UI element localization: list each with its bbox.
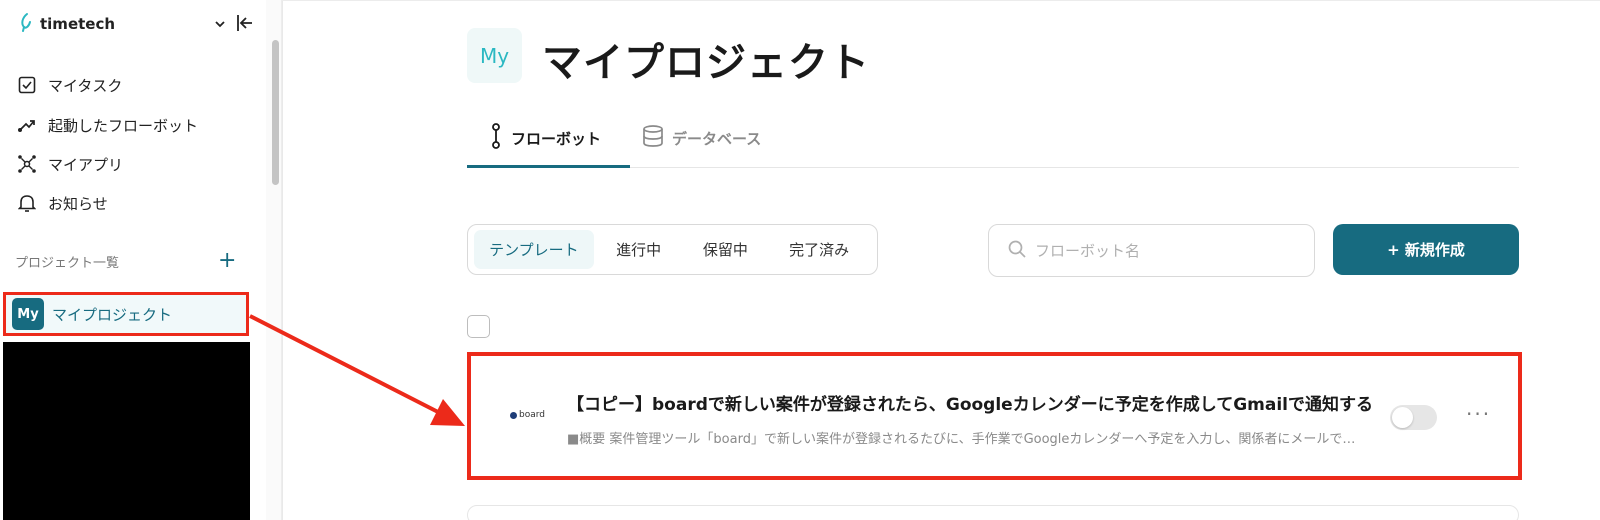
projects-heading: プロジェクト一覧 bbox=[15, 256, 120, 271]
top-divider bbox=[282, 0, 1600, 1]
nav-launched-flowbots[interactable]: 起動したフローボット bbox=[16, 113, 198, 137]
tab-label: データベース bbox=[672, 129, 762, 148]
nav-label: マイタスク bbox=[48, 76, 123, 95]
project-title-badge: My bbox=[467, 28, 522, 83]
chevron-down-icon[interactable] bbox=[214, 15, 226, 34]
brand-logo-icon bbox=[18, 12, 34, 36]
flowbot-search-input[interactable]: フローボット名 bbox=[988, 224, 1315, 277]
nav-my-tasks[interactable]: マイタスク bbox=[16, 73, 122, 97]
next-flowbot-card[interactable] bbox=[467, 505, 1519, 520]
brand[interactable]: timetech bbox=[18, 12, 115, 36]
sidebar-scroll-thumb[interactable] bbox=[272, 40, 279, 185]
nav-notifications[interactable]: お知らせ bbox=[16, 191, 108, 215]
add-project-button[interactable]: + bbox=[218, 250, 236, 272]
flow-trend-icon bbox=[16, 114, 38, 136]
nav-my-apps[interactable]: マイアプリ bbox=[16, 152, 123, 176]
active-tab-indicator bbox=[467, 165, 630, 168]
redacted-area bbox=[3, 342, 250, 520]
nav-label: お知らせ bbox=[48, 194, 108, 213]
nav-label: 起動したフローボット bbox=[48, 116, 199, 135]
create-new-button[interactable]: + 新規作成 bbox=[1333, 224, 1519, 275]
collapse-sidebar-icon[interactable] bbox=[236, 13, 254, 37]
filter-template[interactable]: テンプレート bbox=[474, 230, 594, 269]
database-icon bbox=[642, 124, 664, 152]
filter-in-progress[interactable]: 進行中 bbox=[594, 230, 684, 269]
tab-database[interactable]: データベース bbox=[642, 108, 761, 168]
tab-label: フローボット bbox=[511, 129, 602, 148]
filter-completed[interactable]: 完了済み bbox=[767, 230, 871, 269]
brand-name: timetech bbox=[40, 15, 116, 33]
sidebar-divider bbox=[282, 0, 283, 520]
filter-on-hold[interactable]: 保留中 bbox=[683, 230, 767, 269]
nav-label: マイアプリ bbox=[48, 155, 124, 174]
page-title: マイプロジェクト bbox=[542, 40, 870, 86]
highlight-box-sidebar bbox=[3, 292, 249, 336]
sidebar: timetech マイタスク 起動したフローボット マイアプリ お知らせ プロジ… bbox=[0, 0, 268, 520]
highlight-box-card bbox=[467, 352, 1522, 480]
apps-network-icon bbox=[16, 153, 38, 175]
tab-flowbot[interactable]: フローボット bbox=[489, 108, 601, 168]
status-filter: テンプレート 進行中 保留中 完了済み bbox=[467, 224, 878, 275]
app-window: timetech マイタスク 起動したフローボット マイアプリ お知らせ プロジ… bbox=[0, 0, 1600, 520]
search-icon bbox=[1007, 239, 1027, 263]
search-placeholder: フローボット名 bbox=[1035, 242, 1141, 260]
select-all-checkbox[interactable] bbox=[467, 315, 490, 338]
flowbot-icon bbox=[489, 123, 503, 153]
tab-bar: フローボット データベース bbox=[467, 108, 1519, 168]
checkbox-icon bbox=[16, 74, 38, 96]
bell-icon bbox=[16, 192, 38, 214]
